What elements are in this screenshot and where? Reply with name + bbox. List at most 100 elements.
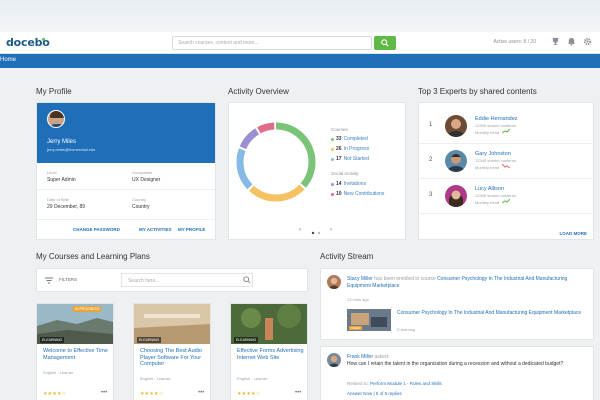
course-title[interactable]: Effective Forms Advertising Internet Web…: [237, 348, 305, 361]
nav-home-link[interactable]: Home: [0, 57, 16, 63]
logo-dot: [42, 38, 45, 41]
stream-text: Stacy Miller has been enrolled in course…: [347, 276, 589, 290]
stream-item-enrollment: Stacy Miller has been enrolled in course…: [320, 268, 594, 340]
courses-legend-heading: Courses: [331, 127, 348, 132]
profile-section-title: My Profile: [36, 87, 72, 96]
pager-next-button[interactable]: ›: [330, 227, 332, 233]
field-value-country: Country: [132, 204, 150, 210]
stream-question-text[interactable]: How can I retain the talent in the organ…: [347, 361, 583, 368]
filters-label[interactable]: FILTERS: [59, 277, 77, 282]
stream-user-link[interactable]: Frank Miller: [347, 354, 373, 360]
field-label-dob: Date of Birth: [47, 197, 70, 202]
legend-invitations[interactable]: 14 Invitations: [331, 181, 366, 187]
legend-dot-icon: [331, 192, 334, 196]
related-label: Related to:: [347, 381, 369, 386]
course-card[interactable]: IN PROGRESS ELEARNING Welcome to Effecti…: [36, 303, 114, 400]
expert-row[interactable]: 2 Gary Johnston 12345 shared contents Mo…: [419, 144, 600, 179]
expert-rank: 3: [429, 192, 433, 198]
stream-action: asked:: [374, 354, 390, 360]
legend-dot-icon: [331, 147, 334, 151]
course-card[interactable]: ELEARNING Choosing The Best Audio Player…: [133, 303, 211, 400]
bell-icon[interactable]: [567, 37, 576, 46]
field-label-occupation: Occupation: [132, 170, 153, 175]
more-options-icon[interactable]: •••: [295, 390, 301, 396]
course-meta: English - Learner: [140, 376, 171, 381]
expert-shared-count: 12345 shared contents: [475, 123, 516, 128]
course-title[interactable]: Welcome to Effective Time Management: [43, 348, 111, 361]
related-course-link[interactable]: Perform Module 1 - Roles and Skills: [370, 381, 442, 386]
stream-action: has been enrolled in course: [374, 276, 436, 282]
trend-up-icon: [502, 129, 510, 134]
expert-row[interactable]: 1 Eddie Hernandez 12345 shared contents …: [419, 109, 600, 144]
in-progress-count: 26: [336, 146, 342, 152]
expert-avatar: [445, 150, 467, 172]
more-options-icon[interactable]: •••: [101, 390, 107, 396]
search-button[interactable]: [374, 36, 396, 50]
expert-trend-label: Monthly trend: [475, 130, 500, 135]
my-profile-link[interactable]: MY PROFILE: [178, 227, 205, 232]
in-progress-badge: IN PROGRESS: [73, 306, 102, 312]
activity-card: Courses 33 Completed 26 In Progress 17 N…: [228, 102, 406, 240]
legend-not-started[interactable]: 17 Not Started: [331, 156, 369, 162]
invitations-label: Invitations: [343, 181, 367, 187]
expert-avatar: [445, 115, 467, 137]
course-rating: ★★★★☆: [43, 391, 67, 397]
expert-shared-count: 12345 shared contents: [475, 193, 516, 198]
search-icon[interactable]: [243, 276, 251, 284]
course-type-tag: ELEARNING: [234, 337, 259, 343]
legend-dot-icon: [331, 182, 334, 186]
filter-icon[interactable]: [45, 277, 53, 284]
course-type-tag: ELEARNING: [137, 337, 162, 343]
new-contributions-count: 10: [336, 191, 342, 197]
new-contributions-label: New Contributions: [343, 191, 385, 197]
pager-prev-button[interactable]: ‹: [299, 227, 301, 233]
my-activities-link[interactable]: MY ACTIVITIES: [139, 227, 172, 232]
expert-name[interactable]: Gary Johnston: [475, 151, 511, 157]
course-title[interactable]: Choosing The Best Audio Player Software …: [140, 348, 208, 368]
expert-name[interactable]: Eddie Hernandez: [475, 116, 518, 122]
stream-text: Frank Miller asked:: [347, 354, 589, 361]
course-search-input[interactable]: Search here...: [121, 273, 253, 287]
pager-dots[interactable]: [311, 231, 325, 235]
legend-completed[interactable]: 33 Completed: [331, 136, 368, 142]
user-avatar[interactable]: [327, 353, 341, 367]
course-card[interactable]: ELEARNING Effective Forms Advertising In…: [230, 303, 308, 400]
profile-avatar[interactable]: [47, 110, 65, 128]
stream-answer-actions[interactable]: Answer Now | 5 of 5 replies: [347, 391, 402, 396]
trophy-icon[interactable]: [551, 37, 560, 46]
stream-user-link[interactable]: Stacy Miller: [347, 276, 373, 282]
expert-shared-count: 12345 shared contents: [475, 158, 516, 163]
stream-item-question: Frank Miller asked: How can I retain the…: [320, 346, 594, 400]
profile-card: Jerry Miles jerry.miles@homeretail.info …: [36, 102, 216, 240]
gear-icon[interactable]: [583, 37, 592, 46]
change-password-link[interactable]: CHANGE PASSWORD: [73, 227, 120, 232]
top-header: docebo Search courses, content and more.…: [0, 32, 600, 54]
user-avatar[interactable]: [327, 275, 341, 289]
expert-name[interactable]: Lucy Allison: [475, 186, 504, 192]
expert-row[interactable]: 3 Lucy Allison 12345 shared contents Mon…: [419, 179, 600, 214]
legend-dot-icon: [331, 137, 334, 141]
legend-dot-icon: [331, 157, 334, 161]
stream-related: Related to: Perform Module 1 - Roles and…: [347, 381, 442, 386]
profile-name: Jerry Miles: [47, 139, 77, 145]
profile-header: Jerry Miles jerry.miles@homeretail.info: [37, 103, 215, 163]
field-value-occupation: UX Designer: [132, 177, 161, 183]
global-search-input[interactable]: Search courses, content and more...: [172, 36, 372, 50]
in-progress-label: In Progress: [343, 146, 370, 152]
trend-up-icon: [502, 199, 510, 204]
legend-new-contributions[interactable]: 10 New Contributions: [331, 191, 384, 197]
expert-rank: 2: [429, 157, 433, 163]
stream-course-title[interactable]: Consumer Psychology In The Industrial An…: [397, 310, 587, 316]
main-nav-bar: Home: [0, 54, 600, 68]
field-value-level: Super Admin: [47, 177, 76, 183]
more-options-icon[interactable]: •••: [198, 390, 204, 396]
course-meta: English - Learner: [43, 370, 74, 375]
legend-in-progress[interactable]: 26 In Progress: [331, 146, 369, 152]
active-users-indicator[interactable]: Active users: 8 / 20: [493, 39, 536, 45]
activity-section-title: Activity Overview: [228, 87, 289, 96]
stream-course-thumbnail[interactable]: VIDEO: [347, 309, 391, 331]
window-backdrop: [0, 0, 600, 32]
social-legend-heading: Social Activity: [331, 171, 359, 176]
course-rating: ★★★★☆: [237, 391, 261, 397]
load-more-button[interactable]: LOAD MORE: [560, 231, 588, 236]
